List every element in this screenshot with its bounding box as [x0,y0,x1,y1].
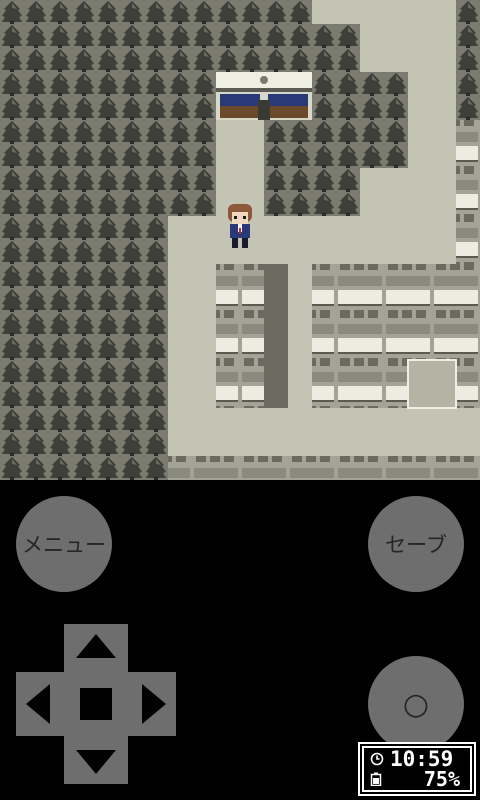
building-block-1 [216,264,264,408]
battery-row: 75% [370,767,460,791]
clock-icon [370,752,384,766]
game-map-view [0,0,480,480]
building-right-edge [456,120,480,408]
triangle-left-icon [26,684,50,724]
triangle-up-icon [76,634,116,658]
menu-button-label: メニュー [22,533,106,557]
forest-top-right [312,24,360,72]
confirm-button[interactable]: ○ [368,656,464,752]
road-divider [264,264,288,408]
battery-value: 75% [423,767,460,791]
menu-button[interactable]: メニュー [16,496,112,592]
plaza [407,359,457,409]
building-block-4 [312,312,456,360]
dpad-left-button[interactable] [16,672,64,736]
forest-left [0,0,168,480]
battery-icon [370,772,382,786]
building-block-3 [408,264,456,312]
forest-top [168,0,312,72]
triangle-down-icon [76,750,116,774]
save-button[interactable]: セーブ [368,496,464,592]
triangle-right-icon [142,684,166,724]
forest-mid-2 [312,72,408,168]
forest-upper [168,72,216,216]
dpad-center-hole [80,688,112,720]
dpad-down-button[interactable] [64,736,128,784]
dpad-right-button[interactable] [128,672,176,736]
save-button-label: セーブ [385,533,447,557]
building-block-5 [312,360,408,408]
status-box: 10:59 75% [358,742,476,796]
building-block-2 [312,264,408,312]
dpad-up-button[interactable] [64,624,128,672]
building-bottom-row [168,456,480,480]
school-building [216,72,312,120]
confirm-button-label: ○ [402,686,430,722]
forest-right-edge [456,0,480,120]
dpad [16,624,176,784]
